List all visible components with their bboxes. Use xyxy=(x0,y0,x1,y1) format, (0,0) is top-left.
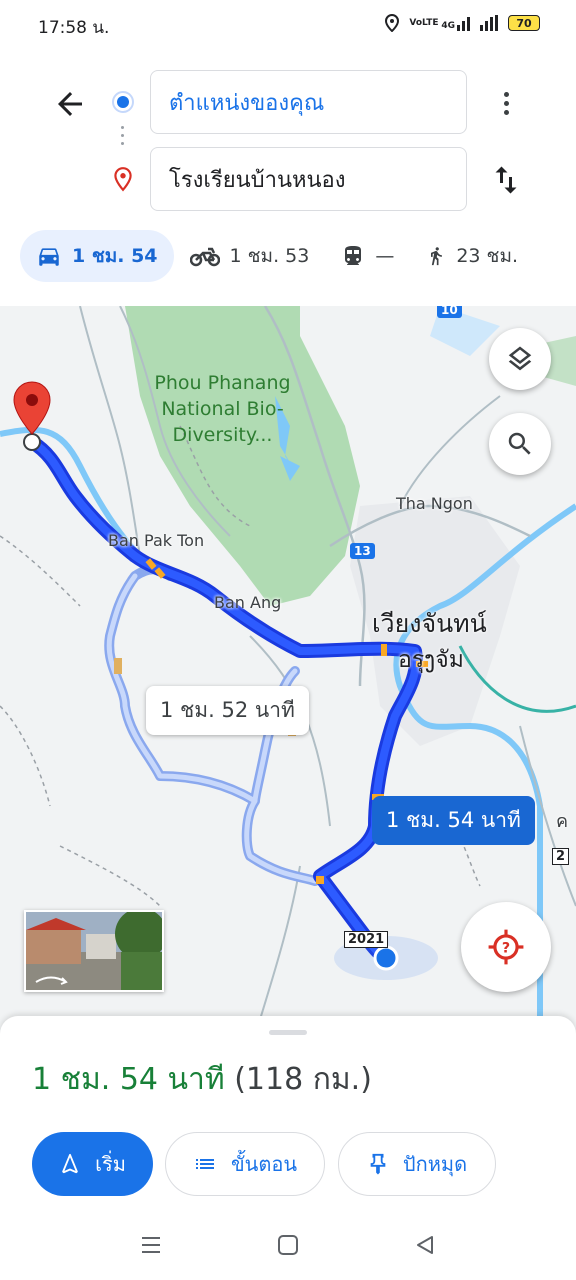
svg-text:?: ? xyxy=(502,941,510,957)
map-search-button[interactable] xyxy=(489,413,551,475)
route-13-shield: 13 xyxy=(350,543,375,559)
steps-label: ขั้นตอน xyxy=(230,1152,297,1176)
status-bar: 17:58 น. VoLTE 4G 70 xyxy=(0,0,576,50)
park-label: Phou Phanang National Bio-Diversity... xyxy=(154,372,291,446)
start-label: เริ่ม xyxy=(95,1152,126,1176)
status-time: 17:58 น. xyxy=(38,18,110,38)
menu-icon[interactable] xyxy=(140,1234,162,1256)
mode-tab-walking[interactable]: 23 ชม. xyxy=(410,230,518,282)
location-target-icon: ? xyxy=(488,929,524,965)
volte-indicator: VoLTE xyxy=(409,17,439,28)
steps-button[interactable]: ขั้นตอน xyxy=(165,1132,325,1196)
route-duration: 1 ชม. 54 นาที xyxy=(32,1062,225,1097)
route-2021-shield: 2021 xyxy=(344,931,389,948)
network-type: 4G xyxy=(441,15,470,31)
back-button[interactable] xyxy=(52,86,88,122)
signal-icon xyxy=(457,15,470,31)
ban-ang-label: Ban Ang xyxy=(214,593,282,612)
pin-icon xyxy=(370,1153,386,1175)
home-icon[interactable] xyxy=(277,1234,299,1256)
route-2-shield: 2 xyxy=(552,848,570,865)
city-sub-label: อรุງจัม xyxy=(398,647,464,673)
city-label: เวียงจันทน์ xyxy=(372,609,487,638)
map-view[interactable]: Phou Phanang National Bio-Diversity... T… xyxy=(0,306,576,1036)
destination-field[interactable]: โรงเรียนบ้านหนอง xyxy=(150,147,467,211)
mode-transit-time: — xyxy=(375,245,395,267)
my-location-button[interactable]: ? xyxy=(461,902,551,992)
signal-icon-2 xyxy=(480,15,498,31)
street-view-thumbnail[interactable] xyxy=(24,910,164,992)
layers-button[interactable] xyxy=(489,328,551,390)
alt-route-time-bubble[interactable]: 1 ชม. 52 นาที xyxy=(146,686,309,735)
start-button[interactable]: เริ่ม xyxy=(32,1132,153,1196)
park-area xyxy=(125,306,360,606)
car-icon xyxy=(39,248,59,266)
route-summary: 1 ชม. 54 นาที (118 กม.) xyxy=(32,1056,372,1103)
pin-button[interactable]: ปักหมุด xyxy=(338,1132,496,1196)
ban-pak-ton-label: Ban Pak Ton xyxy=(108,531,205,550)
layers-icon xyxy=(508,346,532,371)
mode-walking-time: 23 ชม. xyxy=(456,245,519,267)
mode-tab-driving[interactable]: 1 ชม. 54 xyxy=(20,230,174,282)
destination-marker xyxy=(13,381,51,435)
system-nav-bar xyxy=(0,1200,576,1280)
list-icon xyxy=(195,1159,214,1169)
destination-pin-icon xyxy=(110,165,136,193)
route-distance: (118 กม.) xyxy=(234,1062,372,1097)
tha-ngon-label: Tha Ngon xyxy=(396,494,473,513)
mode-tab-transit[interactable]: — xyxy=(325,230,410,282)
sheet-drag-handle[interactable] xyxy=(269,1030,307,1035)
battery-icon: 70 xyxy=(508,15,540,31)
travel-mode-tabs: 1 ชม. 54 1 ชม. 53 — 23 ชม. xyxy=(20,230,576,282)
main-route-time-bubble[interactable]: 1 ชม. 54 นาที xyxy=(372,796,535,845)
origin-dot-icon xyxy=(112,91,134,113)
transit-icon xyxy=(345,246,362,265)
motorcycle-icon xyxy=(189,247,220,267)
route-connector xyxy=(121,126,125,150)
more-vert-icon xyxy=(503,91,509,97)
mode-tab-motorcycle[interactable]: 1 ชม. 53 xyxy=(174,230,326,282)
navigation-icon xyxy=(62,1153,78,1174)
swap-vert-icon xyxy=(495,166,517,194)
arrow-back-icon xyxy=(58,92,82,116)
edge-label: ค xyxy=(556,811,569,832)
mode-driving-time: 1 ชม. 54 xyxy=(72,245,158,267)
pin-label: ปักหมุด xyxy=(402,1152,468,1176)
walk-icon xyxy=(431,247,443,266)
origin-field[interactable]: ตำแหน่งของคุณ xyxy=(150,70,467,134)
back-nav-icon[interactable] xyxy=(414,1234,436,1256)
route-top-shield: 10 xyxy=(437,306,462,318)
location-icon xyxy=(385,14,400,32)
status-icons: VoLTE 4G 70 xyxy=(385,14,540,32)
street-view-photo xyxy=(26,912,162,990)
search-icon xyxy=(508,432,531,455)
swap-button[interactable] xyxy=(488,160,524,200)
mode-motorcycle-time: 1 ชม. 53 xyxy=(229,245,310,267)
more-options-button[interactable] xyxy=(496,86,516,120)
